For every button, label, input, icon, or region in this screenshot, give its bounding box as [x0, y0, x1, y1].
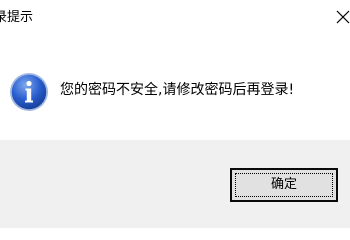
dialog-message: 您的密码不安全,请修改密码后再登录! [60, 82, 295, 98]
ok-button-label: 确定 [270, 177, 297, 192]
dialog-title: 录提示 [0, 10, 34, 25]
close-icon [336, 10, 350, 24]
ok-button[interactable]: 确定 [230, 168, 338, 202]
info-icon [9, 72, 49, 112]
title-bar: 录提示 [0, 0, 350, 34]
message-dialog: 录提示 您的密码不安全,请修改密码后再登录! 确定 [0, 0, 350, 228]
close-button[interactable] [330, 2, 350, 30]
dialog-footer: 确定 [0, 140, 350, 228]
dialog-content: 您的密码不安全,请修改密码后再登录! [0, 34, 350, 140]
